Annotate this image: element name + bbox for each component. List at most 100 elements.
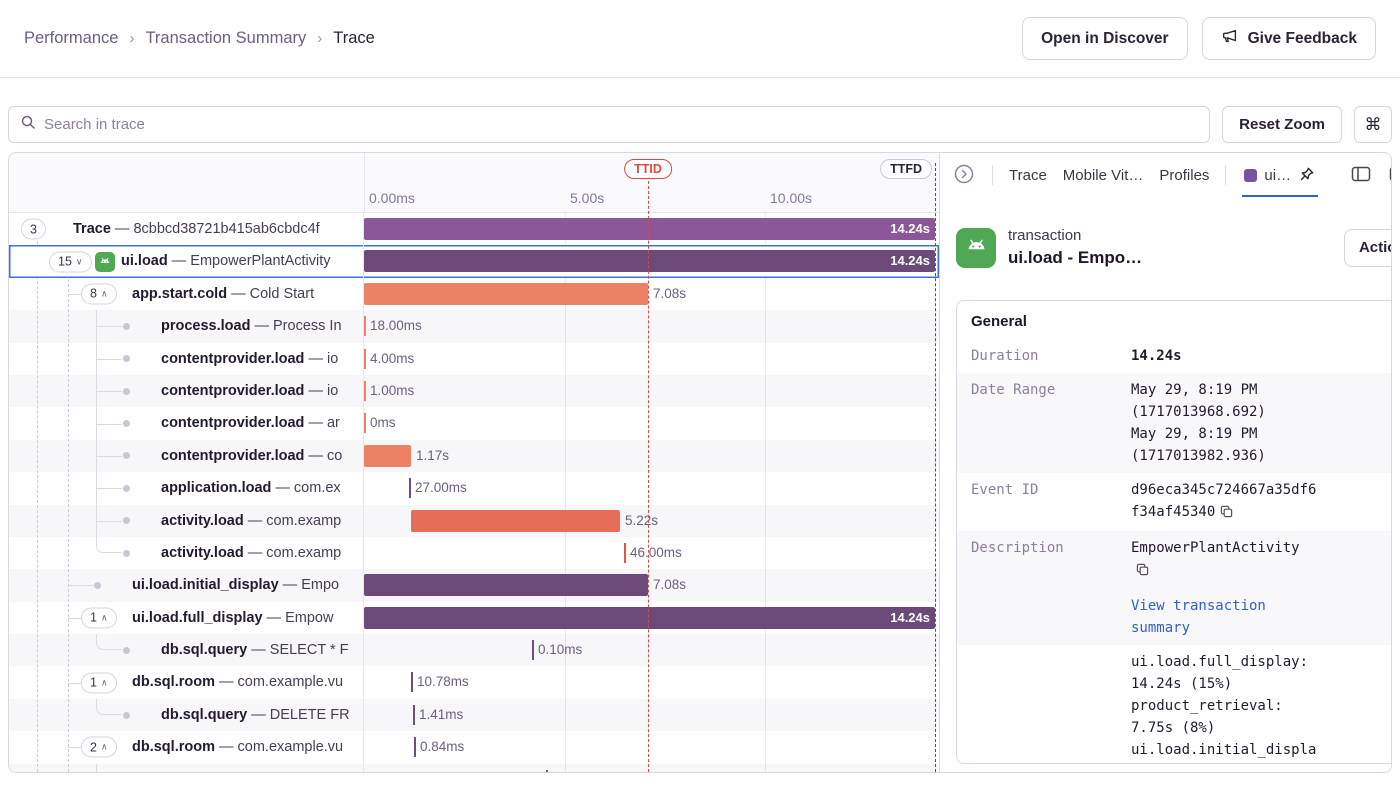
span-bar[interactable]: 14.24s — [364, 218, 935, 240]
span-tree-cell: contentprovider.load — io — [9, 343, 364, 375]
span-row[interactable]: contentprovider.load — io 4.00ms — [9, 343, 939, 375]
span-name: db.sql.query — SELECT * F — [161, 634, 348, 666]
span-bar[interactable] — [364, 445, 411, 467]
tab-active-span[interactable]: ui… — [1242, 153, 1318, 197]
open-in-discover-button[interactable]: Open in Discover — [1022, 17, 1187, 60]
span-bar[interactable] — [364, 574, 648, 596]
span-duration-label: 4.00ms — [370, 348, 414, 370]
span-tree-cell: activity.load — com.examp — [9, 505, 364, 537]
trace-container: 0.00ms5.00s10.00sTTIDTTFD 3Trace — 8cbbc… — [8, 152, 1392, 773]
shortcut-command-button[interactable]: ⌘ — [1354, 106, 1392, 143]
span-duration-label: 0.72ms — [552, 769, 596, 773]
tree-connector — [96, 764, 122, 773]
span-tick[interactable] — [624, 543, 626, 563]
span-name: contentprovider.load — co — [161, 440, 342, 472]
span-name: ui.load.initial_display — Empo — [132, 569, 339, 601]
copy-icon[interactable] — [1136, 561, 1149, 583]
tab-active-label: ui… — [1264, 167, 1291, 184]
span-row[interactable]: contentprovider.load — co1.17s — [9, 440, 939, 472]
span-row[interactable]: 1∧ui.load.full_display — Empow14.24s — [9, 602, 939, 634]
span-leaf-dot — [123, 420, 130, 427]
span-bar[interactable]: 14.24s — [364, 250, 935, 272]
collapse-panel-button[interactable] — [952, 163, 976, 187]
copy-icon[interactable] — [1220, 503, 1233, 525]
dock-bottom-icon[interactable] — [1388, 166, 1392, 184]
span-row[interactable]: db.sql.query — SELECT * F0.10ms — [9, 634, 939, 666]
span-count-pill[interactable]: 1∧ — [81, 672, 117, 693]
span-tick[interactable] — [364, 381, 366, 401]
span-tick[interactable] — [414, 737, 416, 757]
span-row[interactable]: db.sql.query — INSERT OR0.72ms — [9, 764, 939, 773]
span-bar[interactable] — [411, 510, 620, 532]
tree-connector — [68, 585, 94, 586]
span-detail-panel: TraceMobile Vit…Profilesui… transaction … — [940, 153, 1392, 772]
span-leaf-dot — [123, 712, 130, 719]
pin-icon[interactable] — [1298, 166, 1316, 184]
span-tick[interactable] — [546, 770, 548, 773]
tab-trace[interactable]: Trace — [1009, 167, 1047, 184]
span-tick[interactable] — [364, 413, 366, 433]
span-count-pill[interactable]: 15∨ — [49, 251, 92, 272]
span-duration-cell: 14.24s — [364, 213, 939, 245]
detail-value: EmpowerPlantActivityView transaction sum… — [1131, 537, 1316, 639]
tab-mobilevit[interactable]: Mobile Vit… — [1063, 167, 1144, 184]
ttfd-marker-pill: TTFD — [880, 159, 932, 179]
actions-button[interactable]: Actions ∨ — [1344, 229, 1392, 267]
help-icon[interactable] — [1076, 761, 1090, 764]
view-transaction-summary-link[interactable]: View transaction summary — [1131, 595, 1316, 639]
span-row[interactable]: db.sql.query — DELETE FR1.41ms — [9, 699, 939, 731]
tab-profiles[interactable]: Profiles — [1159, 167, 1209, 184]
span-row[interactable]: ui.load.initial_display — Empo7.08s — [9, 569, 939, 601]
detail-value-line: ui.load.initial_display: 7.08s (7%) — [1131, 739, 1316, 764]
span-count-pill[interactable]: 1∧ — [81, 607, 117, 628]
chevron-up-icon: ∧ — [101, 742, 108, 753]
span-count-pill[interactable]: 8∧ — [81, 283, 117, 304]
reset-zoom-button[interactable]: Reset Zoom — [1222, 106, 1342, 143]
span-tick[interactable] — [532, 640, 534, 660]
span-name: contentprovider.load — ar — [161, 407, 340, 439]
span-count-pill[interactable]: 3 — [21, 219, 46, 240]
span-row[interactable]: application.load — com.ex27.00ms — [9, 472, 939, 504]
search-box[interactable] — [8, 106, 1210, 143]
span-bar[interactable]: 14.24s — [364, 607, 935, 629]
span-duration-cell: 0.84ms — [364, 731, 939, 763]
span-row[interactable]: 3Trace — 8cbbcd38721b415ab6cbdc4f14.24s — [9, 213, 939, 245]
span-tick[interactable] — [409, 478, 411, 498]
breadcrumb-item-performance[interactable]: Performance — [24, 29, 118, 48]
span-duration-label: 1.41ms — [419, 704, 463, 726]
give-feedback-button[interactable]: Give Feedback — [1202, 17, 1376, 60]
tree-connector — [96, 326, 122, 327]
span-tree-cell: contentprovider.load — ar — [9, 407, 364, 439]
span-color-swatch — [1244, 169, 1257, 182]
span-duration-label: 1.00ms — [370, 380, 414, 402]
span-row[interactable]: process.load — Process In18.00ms — [9, 310, 939, 342]
detail-label: Duration — [971, 345, 1119, 367]
dock-left-icon[interactable] — [1350, 166, 1372, 184]
detail-row-event-id: Event IDd96eca345c724667a35df6f34af45340 — [957, 473, 1392, 531]
span-tick[interactable] — [364, 349, 366, 369]
search-input[interactable] — [44, 116, 1198, 133]
span-tick[interactable] — [364, 316, 366, 336]
span-row[interactable]: 1∧db.sql.room — com.example.vu10.78ms — [9, 666, 939, 698]
span-row[interactable]: activity.load — com.examp46.00ms — [9, 537, 939, 569]
span-tick[interactable] — [411, 672, 413, 692]
span-count-pill[interactable]: 2∧ — [81, 737, 117, 758]
span-tree-cell: activity.load — com.examp — [9, 537, 364, 569]
span-tick[interactable] — [413, 705, 415, 725]
span-tree-cell: 15∨ui.load — EmpowerPlantActivity — [9, 245, 364, 277]
span-row[interactable]: contentprovider.load — ar0ms — [9, 407, 939, 439]
breadcrumb-item-transaction-summary[interactable]: Transaction Summary — [145, 29, 306, 48]
span-row[interactable]: activity.load — com.examp5.22s — [9, 505, 939, 537]
span-row[interactable]: 15∨ui.load — EmpowerPlantActivity14.24s — [9, 245, 939, 277]
span-duration-label: 27.00ms — [415, 477, 467, 499]
span-duration-cell: 27.00ms — [364, 472, 939, 504]
span-count: 2 — [90, 740, 97, 754]
span-row[interactable]: 2∧db.sql.room — com.example.vu0.84ms — [9, 731, 939, 763]
span-row[interactable]: contentprovider.load — io1.00ms — [9, 375, 939, 407]
tree-connector — [96, 456, 122, 457]
span-bar[interactable] — [364, 283, 648, 305]
detail-value-line: ui.load.full_display: 14.24s (15%) — [1131, 651, 1316, 695]
span-row[interactable]: 8∧app.start.cold — Cold Start7.08s — [9, 278, 939, 310]
tree-connector — [96, 699, 122, 715]
span-duration-label: 18.00ms — [370, 315, 422, 337]
